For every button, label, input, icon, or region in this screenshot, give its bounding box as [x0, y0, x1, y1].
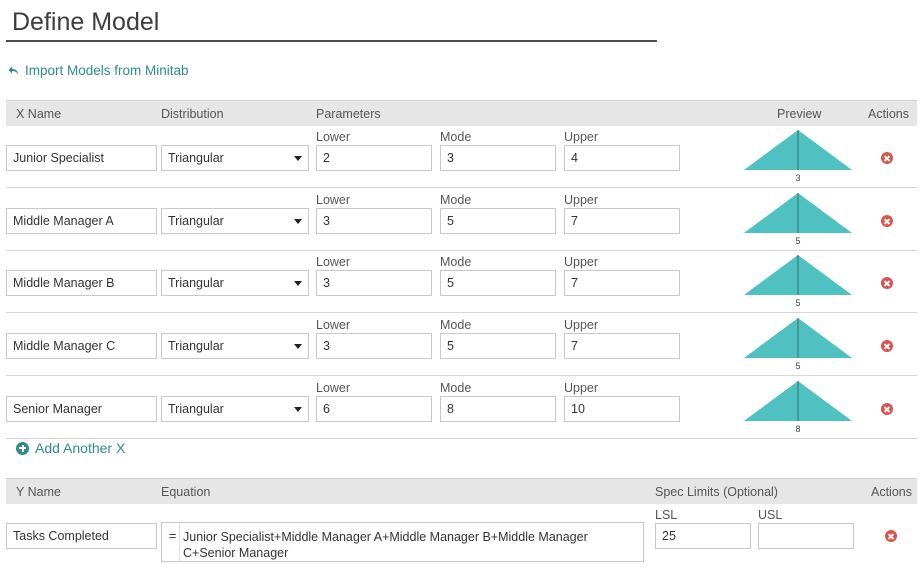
- preview-header: Preview: [777, 107, 822, 121]
- mode-input[interactable]: [440, 396, 556, 422]
- distribution-value: Triangular: [168, 151, 224, 165]
- y-name-input[interactable]: [6, 523, 157, 549]
- lsl-label: LSL: [655, 508, 678, 522]
- upper-label: Upper: [564, 318, 599, 332]
- import-models-label: Import Models from Minitab: [25, 63, 189, 78]
- distribution-value: Triangular: [168, 214, 224, 228]
- parameters-header: Parameters: [316, 107, 381, 121]
- add-another-x-label: Add Another X: [35, 440, 126, 456]
- mode-label: Mode: [440, 318, 472, 332]
- mode-label: Mode: [440, 255, 472, 269]
- remove-x-icon[interactable]: [881, 152, 893, 164]
- upper-label: Upper: [564, 255, 599, 269]
- lower-input[interactable]: [316, 208, 432, 234]
- remove-x-icon[interactable]: [881, 403, 893, 415]
- equation-text: Junior Specialist+Middle Manager A+Middl…: [183, 530, 588, 560]
- lower-input[interactable]: [316, 333, 432, 359]
- triangular-preview: [744, 318, 852, 358]
- triangular-preview: [744, 255, 852, 295]
- title-divider: [6, 40, 657, 42]
- lower-label: Lower: [316, 381, 351, 395]
- mode-input[interactable]: [440, 333, 556, 359]
- preview-mode-label: 5: [795, 361, 801, 371]
- remove-y-icon[interactable]: [885, 530, 897, 542]
- y-actions-header: Actions: [871, 485, 912, 499]
- undo-arrow-icon: [8, 66, 18, 75]
- x-name-input[interactable]: [6, 145, 157, 171]
- distribution-value: Triangular: [168, 339, 224, 353]
- distribution-header: Distribution: [161, 107, 224, 121]
- lsl-input[interactable]: [655, 523, 751, 549]
- y-name-header: Y Name: [16, 485, 61, 499]
- preview-mode-label: 5: [795, 236, 801, 246]
- x-name-input[interactable]: [6, 396, 157, 422]
- upper-label: Upper: [564, 381, 599, 395]
- mode-input[interactable]: [440, 145, 556, 171]
- mode-label: Mode: [440, 130, 472, 144]
- preview-mode-label: 5: [795, 298, 801, 308]
- distribution-select[interactable]: Triangular: [161, 208, 309, 234]
- mode-input[interactable]: [440, 270, 556, 296]
- distribution-select[interactable]: Triangular: [161, 145, 309, 171]
- lower-input[interactable]: [316, 270, 432, 296]
- triangular-preview: [744, 381, 852, 421]
- distribution-value: Triangular: [168, 276, 224, 290]
- lower-label: Lower: [316, 318, 351, 332]
- caret-down-icon: [294, 344, 302, 349]
- upper-label: Upper: [564, 130, 599, 144]
- page-title: Define Model: [12, 8, 160, 36]
- equals-sign: =: [169, 529, 177, 543]
- distribution-select[interactable]: Triangular: [161, 270, 309, 296]
- upper-input[interactable]: [564, 333, 680, 359]
- mode-label: Mode: [440, 381, 472, 395]
- distribution-value: Triangular: [168, 402, 224, 416]
- plus-circle-icon: [16, 441, 29, 455]
- remove-x-icon[interactable]: [881, 340, 893, 352]
- usl-label: USL: [758, 508, 783, 522]
- x-row: Triangular Lower Mode Upper 5: [6, 252, 917, 313]
- preview-mode-label: 8: [795, 424, 801, 434]
- preview-mode-label: 3: [795, 173, 801, 183]
- upper-label: Upper: [564, 193, 599, 207]
- usl-input[interactable]: [758, 523, 854, 549]
- triangular-preview: [744, 193, 852, 233]
- caret-down-icon: [294, 407, 302, 412]
- upper-input[interactable]: [564, 208, 680, 234]
- add-another-x-link[interactable]: Add Another X: [16, 440, 125, 456]
- y-table-header: Y Name Equation Spec Limits (Optional) A…: [6, 478, 917, 504]
- caret-down-icon: [294, 156, 302, 161]
- lower-label: Lower: [316, 193, 351, 207]
- triangular-preview: [744, 130, 852, 170]
- upper-input[interactable]: [564, 270, 680, 296]
- x-row: Triangular Lower Mode Upper 8: [6, 378, 917, 439]
- upper-input[interactable]: [564, 145, 680, 171]
- x-row: Triangular Lower Mode Upper 3: [6, 127, 917, 188]
- x-name-input[interactable]: [6, 208, 157, 234]
- caret-down-icon: [294, 281, 302, 286]
- distribution-select[interactable]: Triangular: [161, 396, 309, 422]
- lower-input[interactable]: [316, 145, 432, 171]
- remove-x-icon[interactable]: [881, 277, 893, 289]
- x-table-header: X Name Distribution Parameters Preview A…: [6, 100, 917, 126]
- remove-x-icon[interactable]: [881, 215, 893, 227]
- distribution-select[interactable]: Triangular: [161, 333, 309, 359]
- lower-input[interactable]: [316, 396, 432, 422]
- mode-label: Mode: [440, 193, 472, 207]
- x-name-input[interactable]: [6, 333, 157, 359]
- x-name-header: X Name: [16, 107, 62, 121]
- import-models-link[interactable]: Import Models from Minitab: [8, 63, 189, 78]
- lower-label: Lower: [316, 130, 351, 144]
- equation-header: Equation: [161, 485, 211, 499]
- spec-limits-header: Spec Limits (Optional): [655, 485, 778, 499]
- x-row: Triangular Lower Mode Upper 5: [6, 315, 917, 376]
- equation-field[interactable]: = Junior Specialist+Middle Manager A+Mid…: [161, 522, 644, 562]
- actions-header: Actions: [868, 107, 909, 121]
- x-name-input[interactable]: [6, 270, 157, 296]
- x-row: Triangular Lower Mode Upper 5: [6, 190, 917, 251]
- caret-down-icon: [294, 219, 302, 224]
- lower-label: Lower: [316, 255, 351, 269]
- mode-input[interactable]: [440, 208, 556, 234]
- upper-input[interactable]: [564, 396, 680, 422]
